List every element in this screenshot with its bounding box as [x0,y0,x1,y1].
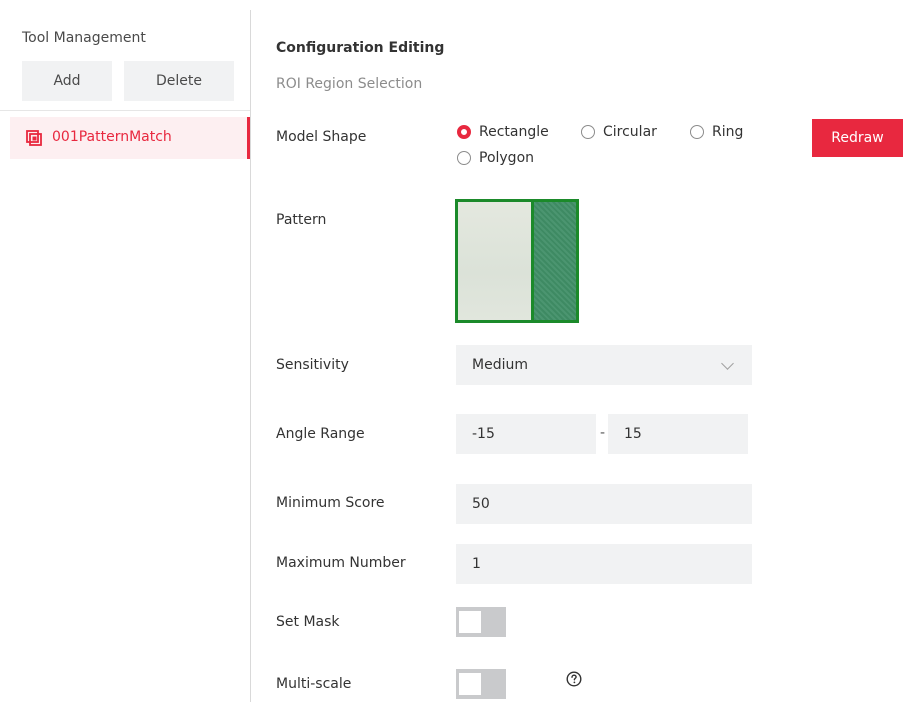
minimum-score-input[interactable]: 50 [456,484,752,524]
sensitivity-select[interactable]: Medium [456,345,752,385]
panel-divider [250,10,251,702]
add-tool-button[interactable]: Add [22,61,112,101]
sidebar-title: Tool Management [22,30,146,46]
sensitivity-value: Medium [472,357,528,373]
radio-dot [581,125,595,139]
pattern-thumbnail [455,199,579,323]
angle-max-input[interactable]: 15 [608,414,748,454]
set-mask-toggle[interactable] [456,607,506,637]
sensitivity-label: Sensitivity [276,357,349,373]
delete-tool-button[interactable]: Delete [124,61,234,101]
minimum-score-label: Minimum Score [276,495,385,511]
radio-label: Rectangle [479,124,549,140]
angle-max-value: 15 [624,426,642,442]
multi-scale-label: Multi-scale [276,676,352,692]
radio-rectangle[interactable]: Rectangle [457,124,549,140]
radio-circular[interactable]: Circular [581,124,657,140]
toggle-knob [459,611,481,633]
radio-dot [457,151,471,165]
radio-label: Ring [712,124,744,140]
help-circle-icon[interactable] [566,671,582,687]
radio-label: Polygon [479,150,535,166]
pattern-left-region [458,202,534,320]
sidebar-divider [0,110,250,111]
radio-ring[interactable]: Ring [690,124,743,140]
tool-item-001patternmatch[interactable]: 001PatternMatch [10,117,250,159]
pattern-match-icon [26,130,42,146]
maximum-number-value: 1 [472,556,481,572]
toggle-knob [459,673,481,695]
tool-sidebar: Tool Management Add Delete 001PatternMat… [0,0,250,702]
section-title: Configuration Editing [276,40,445,56]
pattern-label: Pattern [276,212,327,228]
radio-polygon[interactable]: Polygon [457,150,534,166]
radio-dot [690,125,704,139]
maximum-number-label: Maximum Number [276,555,406,571]
radio-dot [457,125,471,139]
chevron-down-icon [721,356,734,370]
multi-scale-toggle[interactable] [456,669,506,699]
angle-min-value: -15 [472,426,495,442]
angle-min-input[interactable]: -15 [456,414,596,454]
set-mask-label: Set Mask [276,614,340,630]
redraw-button[interactable]: Redraw [812,119,903,157]
angle-range-separator: - [600,425,606,441]
section-subtitle: ROI Region Selection [276,76,423,92]
angle-range-label: Angle Range [276,426,365,442]
minimum-score-value: 50 [472,496,490,512]
pattern-right-region [534,202,576,320]
maximum-number-input[interactable]: 1 [456,544,752,584]
radio-label: Circular [603,124,657,140]
tool-item-label: 001PatternMatch [52,129,172,145]
model-shape-label: Model Shape [276,129,367,145]
